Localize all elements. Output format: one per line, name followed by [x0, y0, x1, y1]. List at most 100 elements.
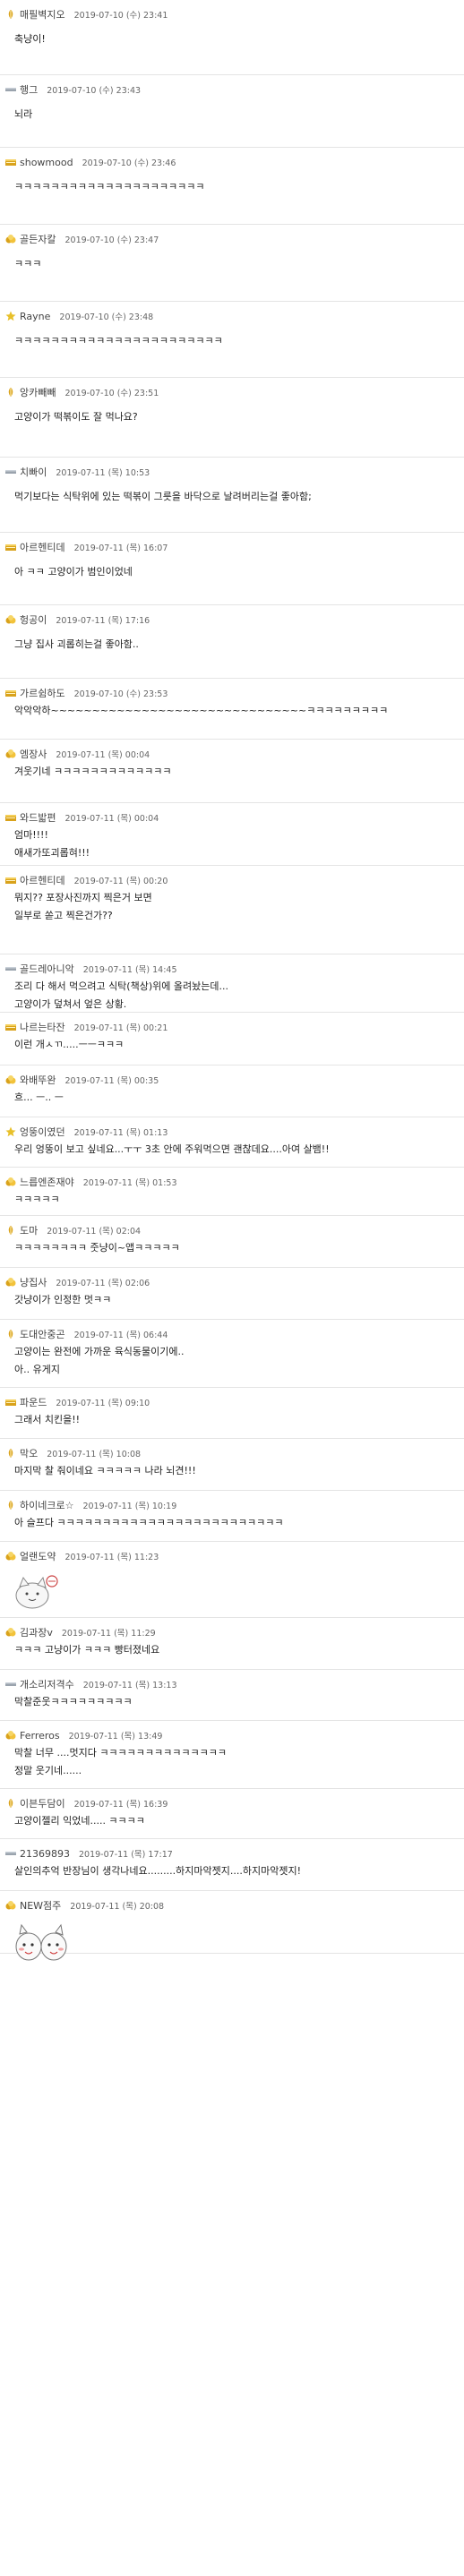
- comment-text-line: ㅋㅋㅋㅋㅋ: [14, 1194, 60, 1205]
- comment-author[interactable]: 골든자칼: [20, 232, 56, 246]
- comment-header: 헝공이 2019-07-11 (목) 17:16: [5, 611, 464, 629]
- comment-header: 21369893 2019-07-11 (목) 17:17: [5, 1844, 464, 1862]
- comment-text-line: 그래서 치킨을!!: [14, 1414, 81, 1425]
- comment-author[interactable]: 파운드: [20, 1395, 47, 1409]
- comment-date: 2019-07-10 (수) 23:41: [73, 11, 168, 21]
- comment-body: 살인의추억 반장님이 생각나네요.........하지마악젯지....하지마악젯…: [5, 1862, 464, 1880]
- comment-list: 매필벽지오 2019-07-10 (수) 23:41 축냥이! 행그 2019-07-1…: [0, 5, 464, 1961]
- comment-date: 2019-07-11 (목) 14:45: [82, 965, 177, 975]
- comment-header: 와드밟편 2019-07-11 (목) 00:04: [5, 809, 464, 826]
- comment-item: Ferreros 2019-07-11 (목) 13:49 막찰 너무 ....멋지…: [0, 1726, 464, 1789]
- comment-text-line: 아 슬프다 ㅋㅋㅋㅋㅋㅋㅋㅋㅋㅋㅋㅋㅋㅋㅋㅋㅋㅋㅋㅋㅋㅋㅋㅋㅋ: [14, 1517, 284, 1528]
- coins-badge-icon: [5, 749, 16, 759]
- comment-text-line: 우리 엉뚱이 보고 싶네요...ㅜㅜ 3초 안에 주워먹으면 괜찮데요....아…: [14, 1143, 330, 1155]
- bar-badge-icon: [5, 1679, 16, 1690]
- comment-date: 2019-07-11 (목) 17:17: [79, 1850, 173, 1860]
- comment-item: 21369893 2019-07-11 (목) 17:17 살인의추억 반장님이 생…: [0, 1844, 464, 1891]
- comment-body: 악악악하~~~~~~~~~~~~~~~~~~~~~~~~~~~~~~~ㅋㅋㅋㅋㅋ…: [5, 702, 464, 720]
- comment-item: 나르는타잔 2019-07-11 (목) 00:21 이런 개ㅅㄲ.....ㅡㅡㅋㅋ…: [0, 1018, 464, 1065]
- comment-date: 2019-07-11 (목) 00:04: [64, 814, 159, 824]
- comment-author[interactable]: 개소리저격수: [20, 1677, 74, 1691]
- comment-author[interactable]: 막오: [20, 1446, 38, 1460]
- comment-text-line: 이런 개ㅅㄲ.....ㅡㅡㅋㅋㅋ: [14, 1039, 125, 1050]
- comment-author[interactable]: 헝공이: [20, 612, 47, 627]
- comment-header: 이븐두담이 2019-07-11 (목) 16:39: [5, 1794, 464, 1812]
- comment-date: 2019-07-11 (목) 13:49: [68, 1732, 163, 1742]
- comment-item: 냥집사 2019-07-11 (목) 02:06 갓냥이가 인정한 멋ㅋㅋ: [0, 1273, 464, 1320]
- leaf-badge-icon: [5, 1500, 16, 1511]
- comment-body: 고양이는 완전에 가까운 육식동물이기에.. 아.. 유게지: [5, 1343, 464, 1379]
- comment-text-line: 마지막 찰 줘이네요 ㅋㅋㅋㅋㅋ 나라 뇌견!!!: [14, 1465, 196, 1476]
- comment-text-line: 그냥 집사 괴롭히는걸 좋아함..: [14, 638, 139, 650]
- comment-date: 2019-07-11 (목) 20:08: [70, 1902, 165, 1912]
- comment-author[interactable]: 치빠이: [20, 465, 47, 479]
- comment-text-line: 고양이가 덮쳐서 엎은 상황.: [14, 998, 127, 1010]
- crown-badge-icon: [5, 157, 16, 167]
- comment-header: 엉뚱이였던 2019-07-11 (목) 01:13: [5, 1123, 464, 1141]
- comment-author[interactable]: 나르는타잔: [20, 1020, 65, 1034]
- comment-body: 고양이가 떡볶이도 잘 먹나요?: [5, 408, 464, 426]
- crown-badge-icon: [5, 812, 16, 823]
- comment-body: 그냥 집사 괴롭히는걸 좋아함..: [5, 636, 464, 654]
- comment-author[interactable]: 느릅엔존재야: [20, 1175, 74, 1189]
- comment-body: 아 슬프다 ㅋㅋㅋㅋㅋㅋㅋㅋㅋㅋㅋㅋㅋㅋㅋㅋㅋㅋㅋㅋㅋㅋㅋㅋㅋ: [5, 1514, 464, 1532]
- comment-date: 2019-07-11 (목) 02:04: [47, 1227, 142, 1237]
- comment-author[interactable]: 이븐두담이: [20, 1796, 65, 1810]
- comment-item: 도마 2019-07-11 (목) 02:04 ㅋㅋㅋㅋㅋㅋㅋㅋ 줏냥이~앱ㅋㅋㅋㅋ…: [0, 1221, 464, 1268]
- comment-author[interactable]: 행그: [20, 82, 38, 97]
- comment-body: 막찰 너무 ....멋지다 ㅋㅋㅋㅋㅋㅋㅋㅋㅋㅋㅋㅋㅋㅋ 정말 웃기네......: [5, 1744, 464, 1780]
- comment-item: 느릅엔존재야 2019-07-11 (목) 01:53 ㅋㅋㅋㅋㅋ: [0, 1173, 464, 1216]
- comment-text-line: 막찰 너무 ....멋지다 ㅋㅋㅋㅋㅋㅋㅋㅋㅋㅋㅋㅋㅋㅋ: [14, 1747, 227, 1759]
- comment-item: 하이네크로☆ 2019-07-11 (목) 10:19 아 슬프다 ㅋㅋㅋㅋㅋㅋㅋㅋ…: [0, 1496, 464, 1542]
- comment-author[interactable]: 매필벽지오: [20, 7, 65, 21]
- comment-header: Rayne 2019-07-10 (수) 23:48: [5, 307, 464, 325]
- comment-item: NEW점주 2019-07-11 (목) 20:08: [0, 1896, 464, 1961]
- bar-badge-icon: [5, 84, 16, 95]
- comment-author[interactable]: 골드레아니악: [20, 962, 74, 976]
- comment-body: 뭐지?? 포장사진까지 찍은거 보면일부로 쏟고 찍은건가??: [5, 889, 464, 925]
- coins-badge-icon: [5, 1074, 16, 1085]
- comment-author[interactable]: 냥집사: [20, 1275, 47, 1289]
- comment-author[interactable]: Ferreros: [20, 1730, 60, 1742]
- comment-text-line: 일부로 쏟고 찍은건가??: [14, 910, 113, 921]
- comment-author[interactable]: 도대안중곤: [20, 1327, 65, 1341]
- comment-header: 느릅엔존재야 2019-07-11 (목) 01:53: [5, 1173, 464, 1191]
- comment-date: 2019-07-10 (수) 23:51: [64, 389, 159, 398]
- comment-author[interactable]: 21369893: [20, 1848, 70, 1860]
- comment-author[interactable]: NEW점주: [20, 1898, 61, 1913]
- comment-author[interactable]: 얼랜도약: [20, 1549, 56, 1563]
- comment-text-line: ㅋㅋㅋㅋㅋㅋㅋㅋㅋㅋㅋㅋㅋㅋㅋㅋㅋㅋㅋㅋㅋㅋㅋ: [14, 335, 223, 347]
- comment-author[interactable]: Rayne: [20, 311, 50, 322]
- comment-author[interactable]: 엉뚱이였던: [20, 1125, 65, 1139]
- comment-author[interactable]: 아르헨티데: [20, 540, 65, 554]
- comment-author[interactable]: 가르쉼하도: [20, 686, 65, 700]
- comment-author[interactable]: 와배뚜완: [20, 1073, 56, 1087]
- comment-date: 2019-07-11 (목) 11:29: [61, 1629, 156, 1639]
- comment-author[interactable]: 도마: [20, 1223, 38, 1237]
- comment-item: 와배뚜완 2019-07-11 (목) 00:35 흐... ㅡ.. ㅡ: [0, 1071, 464, 1117]
- comment-item: 개소리저격수 2019-07-11 (목) 13:13 막찰준웃ㅋㅋㅋㅋㅋㅋㅋㅋㅋ: [0, 1675, 464, 1721]
- comment-author[interactable]: 김과장v: [20, 1625, 53, 1639]
- comment-body: 축냥이!: [5, 30, 464, 48]
- comment-body: ㅋㅋㅋㅋㅋㅋㅋㅋ 줏냥이~앱ㅋㅋㅋㅋㅋ: [5, 1239, 464, 1257]
- comment-date: 2019-07-10 (수) 23:43: [47, 86, 142, 96]
- comment-author[interactable]: 하이네크로☆: [20, 1498, 73, 1512]
- comment-author[interactable]: 와드밟편: [20, 810, 56, 825]
- leaf-badge-icon: [5, 387, 16, 398]
- coins-badge-icon: [5, 1551, 16, 1562]
- comment-body: 뇌라: [5, 106, 464, 124]
- comment-header: 냥집사 2019-07-11 (목) 02:06: [5, 1273, 464, 1291]
- comment-author[interactable]: 엠장사: [20, 747, 47, 761]
- comment-date: 2019-07-11 (목) 13:13: [82, 1681, 177, 1690]
- comment-text-line: 먹기보다는 식탁위에 있는 떡볶이 그릇을 바닥으로 날려버리는걸 좋아함;: [14, 491, 312, 502]
- comment-body: 겨웃기네 ㅋㅋㅋㅋㅋㅋㅋㅋㅋㅋㅋㅋㅋ: [5, 763, 464, 781]
- comment-author[interactable]: showmood: [20, 157, 73, 168]
- comment-body: ㅋㅋㅋㅋㅋ: [5, 1191, 464, 1209]
- comment-text-line: 고양이는 완전에 가까운 육식동물이기에..: [14, 1346, 185, 1357]
- comment-date: 2019-07-11 (목) 00:20: [73, 877, 168, 886]
- cat-emoticon-icon: [13, 1570, 464, 1615]
- comment-author[interactable]: 앙카빼빼: [20, 385, 56, 399]
- comment-text-line: 뭐지?? 포장사진까지 찍은거 보면: [14, 892, 152, 903]
- comment-date: 2019-07-10 (수) 23:48: [59, 312, 154, 322]
- comment-author[interactable]: 아르헨티데: [20, 873, 65, 887]
